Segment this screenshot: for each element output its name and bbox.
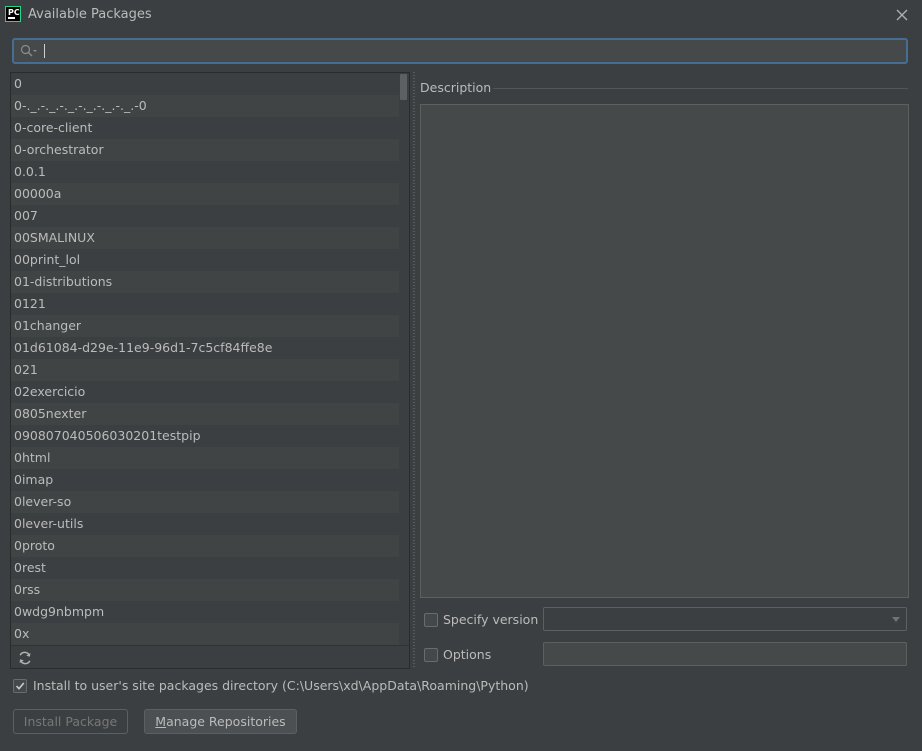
package-row[interactable]: 0 [11,73,400,95]
app-icon-text: PC [8,8,20,17]
package-row[interactable]: 021 [11,359,400,381]
list-toolbar [11,645,409,668]
specify-version-label: Specify version [443,612,539,627]
package-row[interactable]: 0rss [11,579,400,601]
package-row[interactable]: 0html [11,447,400,469]
description-label: Description [420,80,492,95]
package-row[interactable]: 0-core-client [11,117,400,139]
description-separator [493,88,908,89]
package-row[interactable]: 0wdg9nbmpm [11,601,400,623]
package-row[interactable]: 0rest [11,557,400,579]
window-title: Available Packages [28,7,152,22]
specify-version-checkbox[interactable] [424,613,438,627]
package-list[interactable]: 0 0-._.-._.-._.-._.-._.-._.-0 0-core-clien… [10,72,410,669]
scrollbar-thumb[interactable] [400,74,407,100]
list-scrollbar[interactable] [399,73,409,645]
panel-splitter[interactable] [411,72,417,669]
package-list-rows[interactable]: 0 0-._.-._.-._.-._.-._.-._.-0 0-core-clien… [11,73,400,645]
package-row[interactable]: 0.0.1 [11,161,400,183]
package-row[interactable]: 0lever-so [11,491,400,513]
package-row[interactable]: 0x [11,623,400,645]
options-label: Options [443,647,492,662]
refresh-icon [19,651,31,665]
package-row[interactable]: 01d61084-d29e-11e9-96d1-7c5cf84ffe8e [11,337,400,359]
package-row[interactable]: 00SMALINUX [11,227,400,249]
close-button[interactable] [892,5,912,25]
description-area [420,104,909,598]
package-row[interactable]: 01changer [11,315,400,337]
available-packages-dialog: PC Available Packages 0 0-._.-._.-._.-._.… [0,0,922,751]
package-row[interactable]: 0lever-utils [11,513,400,535]
pycharm-logo-icon: PC [5,6,21,22]
package-row[interactable]: 0imap [11,469,400,491]
options-field[interactable] [543,642,907,666]
install-package-button[interactable]: Install Package [13,709,128,734]
install-user-checkbox[interactable] [13,679,27,693]
package-row[interactable]: 007 [11,205,400,227]
package-row[interactable]: 01-distributions [11,271,400,293]
package-row[interactable]: 00print_lol [11,249,400,271]
search-icon[interactable] [19,43,39,59]
install-package-label: Install Package [23,714,118,729]
text-caret [44,44,45,58]
chevron-down-icon [892,617,900,622]
search-box[interactable] [12,38,908,64]
manage-repositories-button[interactable]: Manage Repositories [144,709,297,734]
install-user-label: Install to user's site packages director… [33,678,529,693]
package-row[interactable]: 0121 [11,293,400,315]
package-row[interactable]: 0-._.-._.-._.-._.-._.-._.-0 [11,95,400,117]
options-checkbox[interactable] [424,648,438,662]
package-row[interactable]: 0-orchestrator [11,139,400,161]
package-row[interactable]: 00000a [11,183,400,205]
title-bar: PC Available Packages [0,0,922,30]
version-dropdown[interactable] [543,607,907,631]
package-row[interactable]: 0805nexter [11,403,400,425]
search-input[interactable] [42,41,902,61]
package-row[interactable]: 0proto [11,535,400,557]
close-icon [896,9,908,21]
refresh-button[interactable] [17,650,33,666]
package-row[interactable]: 090807040506030201testpip [11,425,400,447]
manage-repositories-label: Manage Repositories [155,714,286,729]
check-icon [15,682,25,690]
package-row[interactable]: 02exercicio [11,381,400,403]
